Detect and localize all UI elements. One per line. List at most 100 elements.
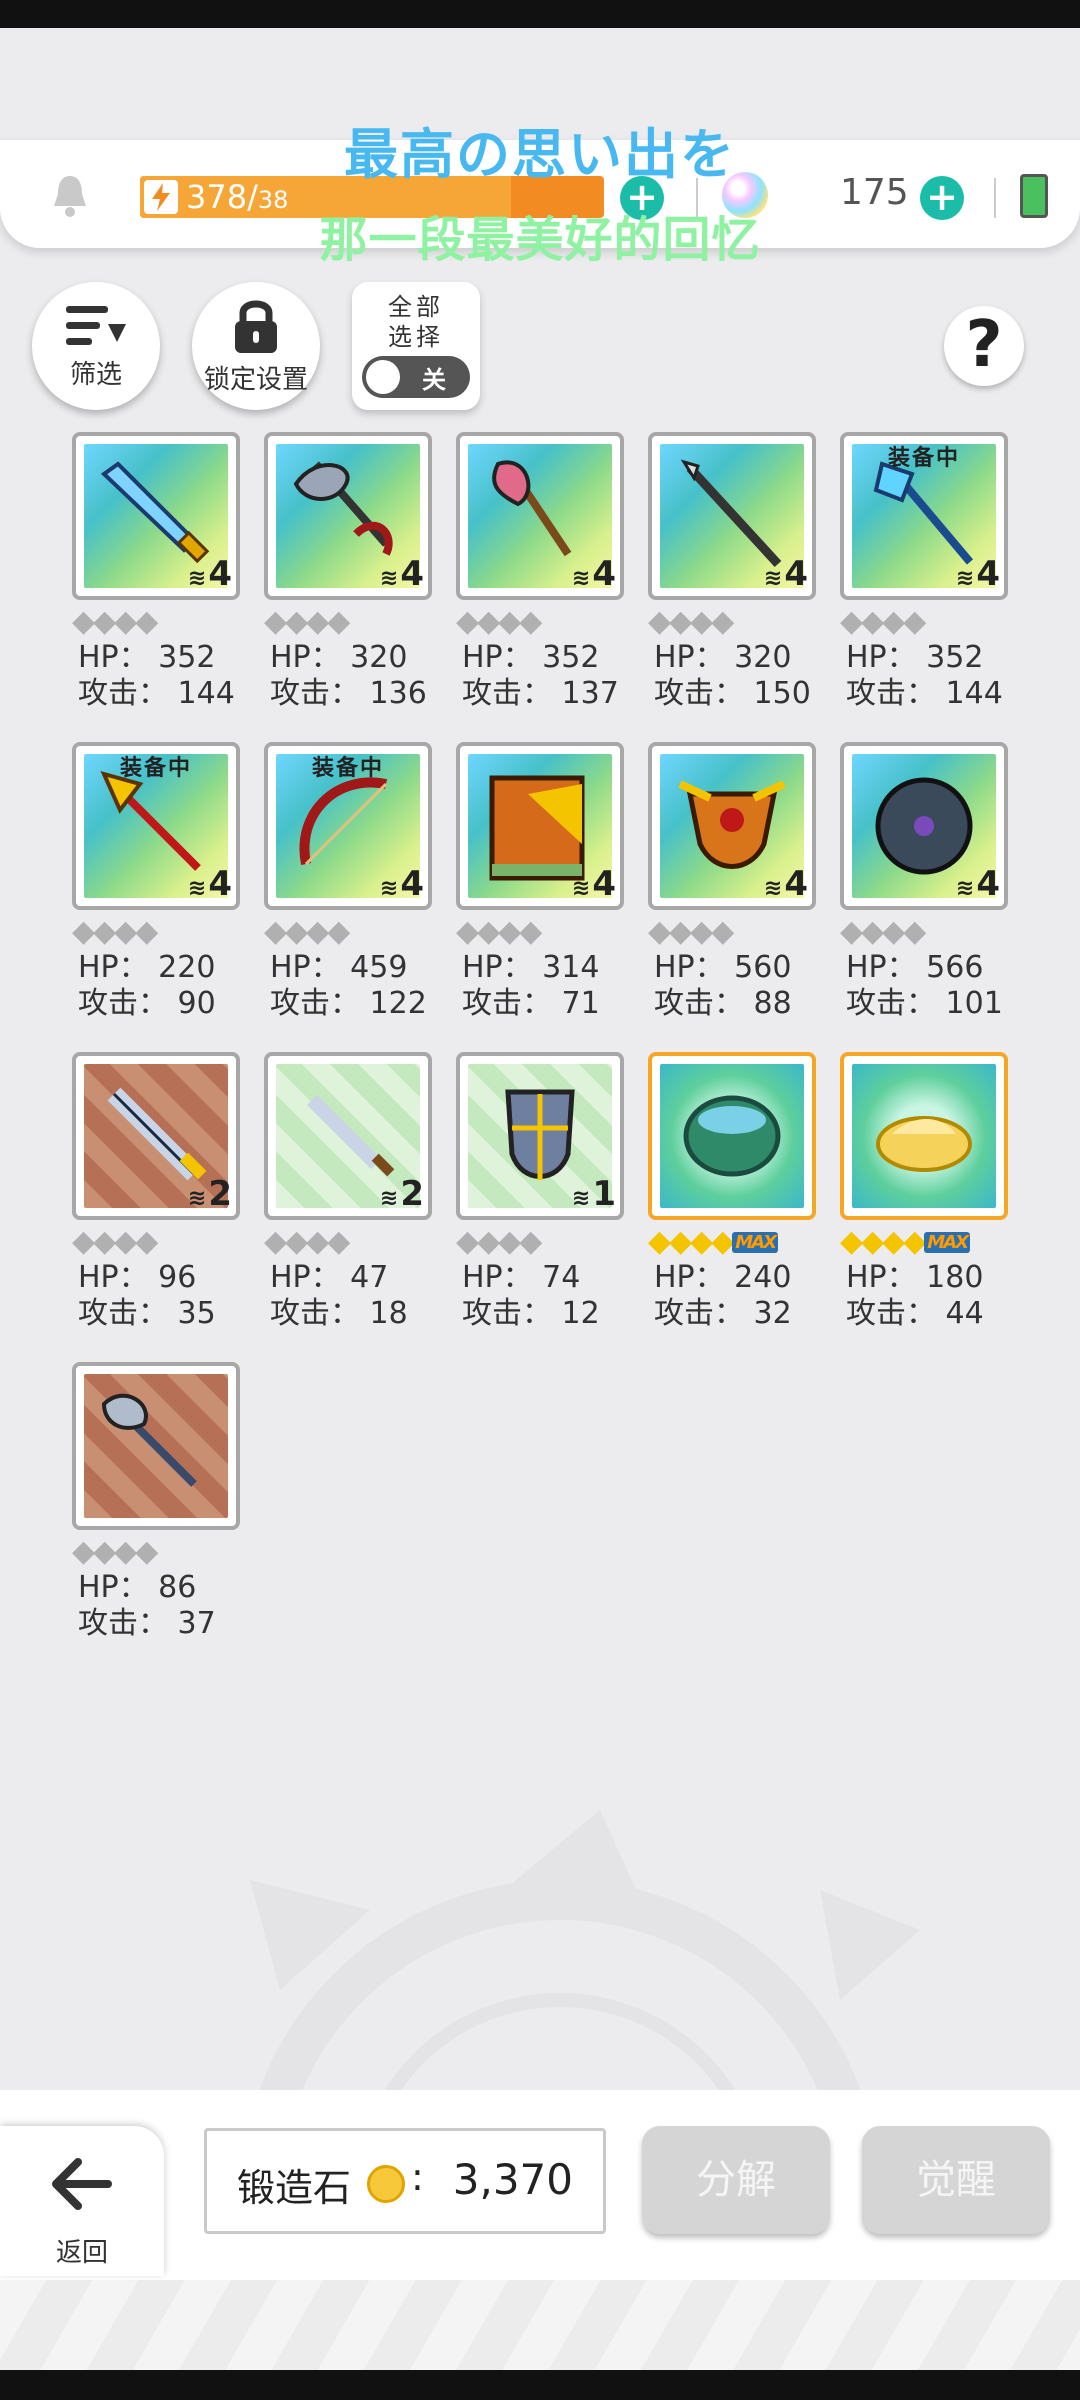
equipment-card[interactable]: ≋4 bbox=[264, 432, 432, 600]
stack-count: ≋2 bbox=[188, 1174, 232, 1214]
equipment-card[interactable]: ≋4 bbox=[840, 742, 1008, 910]
rarity-diamonds: ◆◆◆◆ bbox=[72, 604, 158, 639]
attack-stat: 攻击： 150 bbox=[654, 676, 811, 711]
equipped-label: 装备中 bbox=[887, 446, 960, 471]
equipment-item[interactable]: ≋2 ◆◆◆◆ HP： 47 攻击： 18 bbox=[264, 1052, 432, 1332]
layers-icon: ≋ bbox=[955, 876, 975, 901]
equipment-card[interactable]: ≋1 bbox=[456, 1052, 624, 1220]
equipment-item[interactable]: 装备中 ≋4 ◆◆◆◆ HP： 352 攻击： 144 bbox=[840, 432, 1008, 712]
equipment-card[interactable]: ≋2 bbox=[264, 1052, 432, 1220]
stack-count-value: 4 bbox=[784, 554, 808, 594]
equipment-card[interactable]: 装备中 ≋4 bbox=[840, 432, 1008, 600]
equipped-label: 装备中 bbox=[311, 756, 384, 781]
equipment-item[interactable]: ≋4 ◆◆◆◆ HP： 566 攻击： 101 bbox=[840, 742, 1008, 1022]
attack-stat: 攻击： 37 bbox=[78, 1606, 216, 1641]
equipment-item[interactable]: ◆◆◆◆ MAX HP： 180 攻击： 44 bbox=[840, 1052, 1008, 1332]
layers-icon: ≋ bbox=[379, 1186, 399, 1211]
hp-stat: HP： 352 bbox=[462, 640, 600, 675]
hp-stat: HP： 566 bbox=[846, 950, 984, 985]
equipment-card[interactable] bbox=[840, 1052, 1008, 1220]
layers-icon: ≋ bbox=[571, 1186, 591, 1211]
equipment-item[interactable]: ≋4 ◆◆◆◆ HP： 320 攻击： 150 bbox=[648, 432, 816, 712]
stack-count-value: 4 bbox=[592, 554, 616, 594]
lock-icon bbox=[235, 300, 277, 353]
equipment-card[interactable]: ≋2 bbox=[72, 1052, 240, 1220]
equipment-icon bbox=[101, 1393, 197, 1487]
rarity-diamonds: ◆◆◆◆ bbox=[840, 914, 926, 949]
back-button[interactable]: 返回 bbox=[0, 2126, 164, 2276]
equipment-item[interactable]: ≋2 ◆◆◆◆ HP： 96 攻击： 35 bbox=[72, 1052, 240, 1332]
stack-count-value: 2 bbox=[400, 1174, 424, 1214]
stack-count: ≋4 bbox=[956, 554, 1000, 594]
forge-stone-coin-icon bbox=[367, 2165, 405, 2203]
forge-stone-value: 3,370 bbox=[452, 2155, 573, 2204]
max-badge: MAX bbox=[924, 1232, 971, 1253]
equipment-item[interactable]: ◆◆◆◆ HP： 86 攻击： 37 bbox=[72, 1362, 240, 1642]
stack-count-value: 4 bbox=[784, 864, 808, 904]
equipment-item[interactable]: 装备中 ≋4 ◆◆◆◆ HP： 459 攻击： 122 bbox=[264, 742, 432, 1022]
attack-stat: 攻击： 44 bbox=[846, 1296, 984, 1331]
attack-stat: 攻击： 71 bbox=[462, 986, 600, 1021]
equipment-item[interactable]: ≋4 ◆◆◆◆ HP： 352 攻击： 137 bbox=[456, 432, 624, 712]
equipment-card[interactable] bbox=[648, 1052, 816, 1220]
toggle-knob bbox=[366, 360, 400, 394]
rarity-diamonds: ◆◆◆◆ bbox=[648, 604, 734, 639]
awaken-button[interactable]: 觉醒 bbox=[862, 2126, 1050, 2234]
forge-stone-label: 锻造石 bbox=[237, 2166, 352, 2210]
hp-stat: HP： 96 bbox=[78, 1260, 197, 1295]
equipment-card[interactable]: ≋4 bbox=[648, 432, 816, 600]
layers-icon: ≋ bbox=[379, 566, 399, 591]
status-bar bbox=[0, 0, 1080, 28]
hp-stat: HP： 86 bbox=[78, 1570, 197, 1605]
equipment-card[interactable]: ≋4 bbox=[72, 432, 240, 600]
stack-count-value: 4 bbox=[976, 554, 1000, 594]
lock-settings-button[interactable]: 锁定设置 bbox=[192, 282, 320, 410]
decompose-button[interactable]: 分解 bbox=[642, 2126, 830, 2234]
rarity-diamonds: ◆◆◆◆ bbox=[264, 604, 350, 639]
attack-stat: 攻击： 137 bbox=[462, 676, 619, 711]
equipment-card[interactable]: 装备中 ≋4 bbox=[72, 742, 240, 910]
equipment-item[interactable]: ≋4 ◆◆◆◆ HP： 320 攻击： 136 bbox=[264, 432, 432, 712]
equipment-card[interactable]: 装备中 ≋4 bbox=[264, 742, 432, 910]
equipment-card[interactable]: ≋4 bbox=[456, 742, 624, 910]
subtitle-japanese: 最高の思い出を bbox=[344, 123, 736, 186]
equipment-item[interactable]: ≋1 ◆◆◆◆ HP： 74 攻击： 12 bbox=[456, 1052, 624, 1332]
attack-stat: 攻击： 144 bbox=[846, 676, 1003, 711]
stack-count: ≋4 bbox=[188, 554, 232, 594]
select-all-toggle[interactable]: 关 bbox=[362, 356, 470, 398]
layers-icon: ≋ bbox=[955, 566, 975, 591]
sort-filter-icon bbox=[66, 305, 126, 345]
layers-icon: ≋ bbox=[379, 876, 399, 901]
stack-count-value: 4 bbox=[592, 864, 616, 904]
arrow-left-icon bbox=[52, 2158, 112, 2210]
equipment-item[interactable]: ≋4 ◆◆◆◆ HP： 352 攻击： 144 bbox=[72, 432, 240, 712]
rarity-diamonds: ◆◆◆◆ bbox=[648, 914, 734, 949]
equipment-card[interactable]: ≋4 bbox=[648, 742, 816, 910]
question-mark-icon: ? bbox=[965, 308, 1003, 382]
hp-stat: HP： 320 bbox=[270, 640, 408, 675]
layers-icon: ≋ bbox=[571, 876, 591, 901]
navigation-bar bbox=[0, 2370, 1080, 2400]
hp-stat: HP： 352 bbox=[78, 640, 216, 675]
attack-stat: 攻击： 88 bbox=[654, 986, 792, 1021]
stack-count: ≋4 bbox=[956, 864, 1000, 904]
lock-settings-label: 锁定设置 bbox=[203, 364, 308, 395]
equipment-item[interactable]: ≋4 ◆◆◆◆ HP： 560 攻击： 88 bbox=[648, 742, 816, 1022]
rarity-diamonds: ◆◆◆◆ MAX bbox=[648, 1224, 816, 1260]
rarity-diamonds: ◆◆◆◆ bbox=[840, 604, 926, 639]
rarity-diamonds: ◆◆◆◆ bbox=[264, 1224, 350, 1259]
stack-count-value: 4 bbox=[400, 554, 424, 594]
equipment-item[interactable]: 装备中 ≋4 ◆◆◆◆ HP： 220 攻击： 90 bbox=[72, 742, 240, 1022]
bottom-stripe bbox=[0, 2280, 1080, 2370]
stack-count: ≋4 bbox=[572, 864, 616, 904]
equipment-card[interactable] bbox=[72, 1362, 240, 1530]
attack-stat: 攻击： 35 bbox=[78, 1296, 216, 1331]
equipment-item[interactable]: ≋4 ◆◆◆◆ HP： 314 攻击： 71 bbox=[456, 742, 624, 1022]
help-button[interactable]: ? bbox=[944, 306, 1024, 386]
equipment-card[interactable]: ≋4 bbox=[456, 432, 624, 600]
max-badge: MAX bbox=[732, 1232, 779, 1253]
layers-icon: ≋ bbox=[571, 566, 591, 591]
filter-label: 筛选 bbox=[69, 359, 122, 390]
filter-button[interactable]: 筛选 bbox=[32, 282, 160, 410]
equipment-item[interactable]: ◆◆◆◆ MAX HP： 240 攻击： 32 bbox=[648, 1052, 816, 1332]
